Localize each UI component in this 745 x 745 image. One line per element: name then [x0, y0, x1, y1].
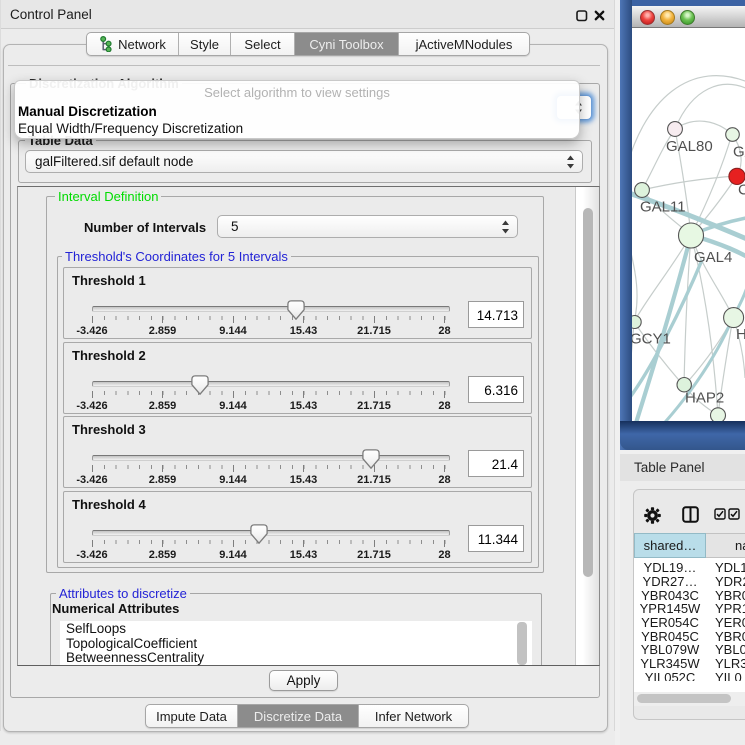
svg-text:HAP2: HAP2 [685, 390, 724, 407]
svg-text:GAL4: GAL4 [694, 249, 732, 266]
svg-text:H: H [736, 326, 745, 343]
svg-text:GAL11: GAL11 [640, 199, 686, 216]
svg-text:GAL80: GAL80 [666, 138, 713, 155]
svg-text:GA: GA [733, 144, 745, 161]
svg-text:GCY1: GCY1 [632, 331, 671, 348]
svg-text:C: C [738, 182, 745, 199]
